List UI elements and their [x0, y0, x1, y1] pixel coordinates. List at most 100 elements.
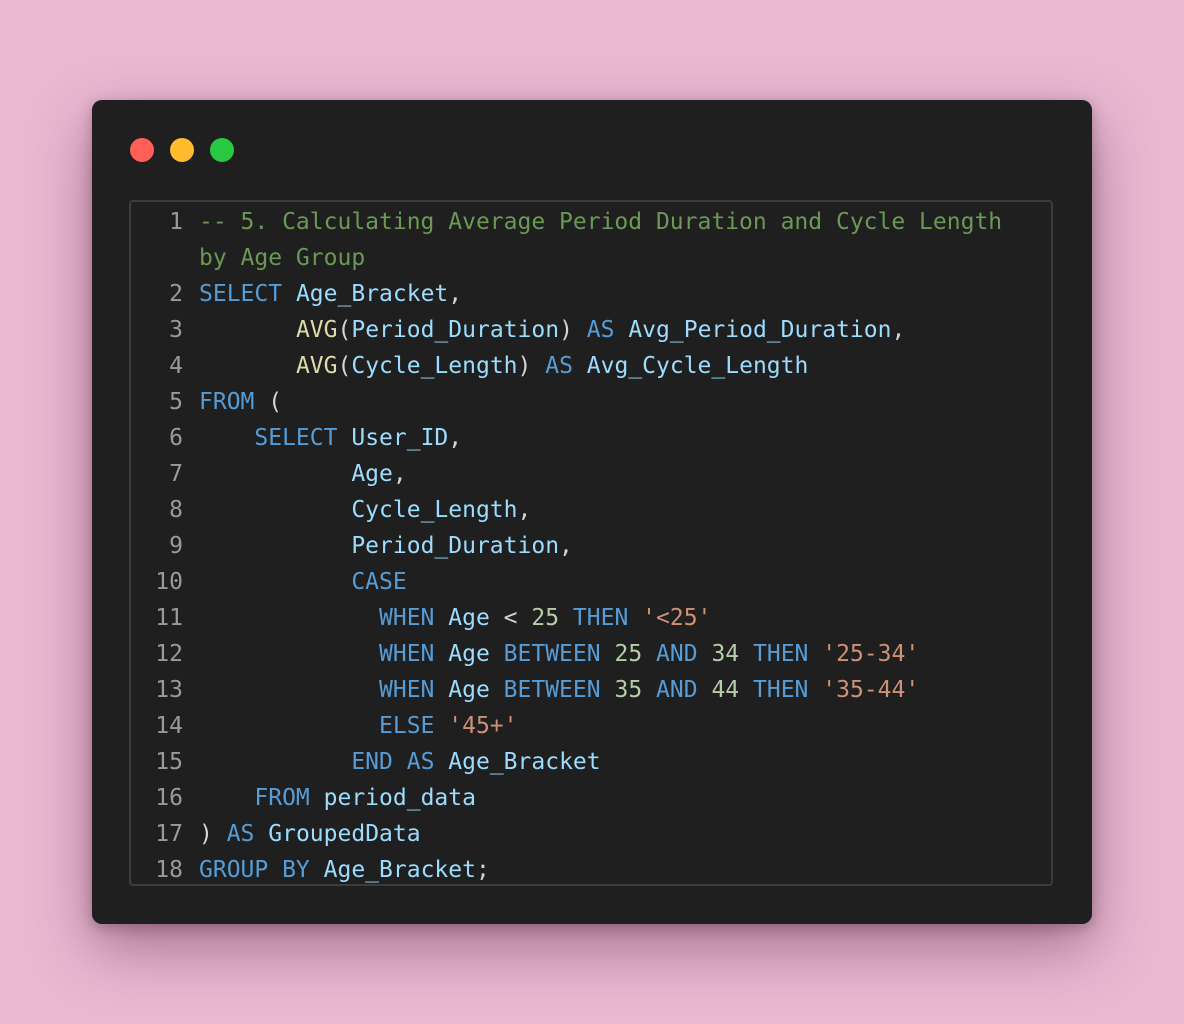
code-token-keyword: GROUP BY: [199, 857, 310, 883]
line-content: Period_Duration,: [183, 528, 1051, 564]
code-token-ident: GroupedData: [268, 821, 421, 847]
code-token-punct: [434, 749, 448, 775]
code-token-punct: [310, 785, 324, 811]
code-token-string: '25-34': [822, 641, 920, 667]
code-token-ident: User_ID: [351, 425, 449, 451]
code-token-comment: by Age Group: [199, 245, 366, 271]
code-token-keyword: SELECT: [254, 425, 338, 451]
code-token-number: 35: [614, 677, 643, 703]
maximize-dot-icon[interactable]: [210, 138, 234, 162]
line-content: FROM (: [183, 384, 1051, 420]
code-line: 6 SELECT User_ID,: [131, 420, 1051, 456]
code-token-ident: Age_Bracket: [295, 281, 449, 307]
code-token-string: '35-44': [822, 677, 920, 703]
line-number: 6: [169, 425, 183, 451]
code-token-number: 25: [614, 641, 643, 667]
code-token-punct: [434, 605, 448, 631]
line-content: -- 5. Calculating Average Period Duratio…: [183, 204, 1051, 240]
code-token-keyword: ELSE: [379, 713, 435, 739]
line-content: END AS Age_Bracket: [183, 744, 1051, 780]
line-content: by Age Group: [183, 240, 1051, 276]
code-token-punct: [739, 677, 753, 703]
code-token-ident: period_data: [323, 785, 476, 811]
code-editor[interactable]: 1 -- 5. Calculating Average Period Durati…: [129, 200, 1053, 886]
code-token-ident: Avg_Cycle_Length: [586, 353, 809, 379]
line-content: ) AS GroupedData: [183, 816, 1051, 852]
code-token-punct: <: [489, 605, 532, 631]
line-number: 17: [155, 821, 183, 847]
code-token-punct: ): [517, 353, 546, 379]
code-token-punct: [808, 641, 822, 667]
code-token-punct: [199, 677, 379, 703]
code-token-punct: [628, 605, 642, 631]
code-token-keyword: FROM: [254, 785, 310, 811]
code-token-punct: [601, 641, 615, 667]
code-block: 1 -- 5. Calculating Average Period Durati…: [131, 204, 1051, 884]
line-content: AVG(Period_Duration) AS Avg_Period_Durat…: [183, 312, 1051, 348]
code-token-keyword: WHEN: [379, 605, 435, 631]
code-token-punct: [808, 677, 822, 703]
line-number: 3: [169, 317, 183, 343]
code-line: 16 FROM period_data: [131, 780, 1051, 816]
line-content: FROM period_data: [183, 780, 1051, 816]
line-number: 15: [155, 749, 183, 775]
line-number: 14: [155, 713, 183, 739]
line-content: ELSE '45+': [183, 708, 1051, 744]
code-line: 9 Period_Duration,: [131, 528, 1051, 564]
code-token-punct: [642, 641, 656, 667]
code-token-ident: Period_Duration: [351, 533, 560, 559]
code-line: 17) AS GroupedData: [131, 816, 1051, 852]
code-token-keyword: AS: [545, 353, 573, 379]
code-token-keyword: AS: [226, 821, 255, 847]
code-token-punct: [199, 749, 351, 775]
code-token-punct: [199, 641, 379, 667]
code-token-punct: [337, 425, 351, 451]
code-token-punct: [434, 641, 448, 667]
code-line: 10 CASE: [131, 564, 1051, 600]
code-token-keyword: AND: [656, 641, 698, 667]
code-line: 18 GROUP BY Age_Bracket;: [131, 852, 1051, 884]
code-token-punct: [310, 857, 324, 883]
code-line: 13 WHEN Age BETWEEN 35 AND 44 THEN '35-4…: [131, 672, 1051, 708]
code-token-keyword: SELECT: [199, 281, 283, 307]
code-token-keyword: BETWEEN: [503, 641, 601, 667]
minimize-dot-icon[interactable]: [170, 138, 194, 162]
code-token-punct: [199, 461, 351, 487]
code-token-punct: [199, 353, 296, 379]
line-number: 8: [169, 497, 183, 523]
code-token-comment: -- 5. Calculating Average Period Duratio…: [199, 209, 1003, 235]
close-dot-icon[interactable]: [130, 138, 154, 162]
line-number: 9: [169, 533, 183, 559]
code-token-punct: [282, 281, 296, 307]
code-token-punct: (: [337, 317, 352, 343]
line-content: CASE: [183, 564, 1051, 600]
code-token-punct: [490, 641, 504, 667]
code-token-punct: [642, 677, 656, 703]
code-line: 8 Cycle_Length,: [131, 492, 1051, 528]
line-number: 5: [169, 389, 183, 415]
code-token-keyword: THEN: [753, 677, 809, 703]
line-content: GROUP BY Age_Bracket;: [183, 852, 1051, 884]
code-token-punct: [614, 317, 628, 343]
code-token-punct: [254, 821, 268, 847]
line-content: Age,: [183, 456, 1051, 492]
code-token-func: AVG: [295, 353, 338, 379]
code-token-ident: Avg_Period_Duration: [628, 317, 892, 343]
code-token-ident: Cycle_Length: [351, 353, 518, 379]
code-token-punct: ): [199, 821, 227, 847]
code-line: 12 WHEN Age BETWEEN 25 AND 34 THEN '25-3…: [131, 636, 1051, 672]
code-token-keyword: AND: [656, 677, 698, 703]
code-token-punct: [199, 497, 351, 523]
code-token-string: '<25': [642, 605, 712, 631]
code-token-keyword: END: [351, 749, 393, 775]
code-line: 1 -- 5. Calculating Average Period Durati…: [131, 204, 1051, 240]
code-token-punct: [490, 677, 504, 703]
code-line: 15 END AS Age_Bracket: [131, 744, 1051, 780]
code-token-keyword: BETWEEN: [503, 677, 601, 703]
code-token-ident: Age: [448, 677, 490, 703]
code-token-punct: [559, 605, 573, 631]
code-token-keyword: THEN: [753, 641, 809, 667]
code-token-punct: [434, 677, 448, 703]
code-token-punct: [393, 749, 407, 775]
code-line: 5 FROM (: [131, 384, 1051, 420]
